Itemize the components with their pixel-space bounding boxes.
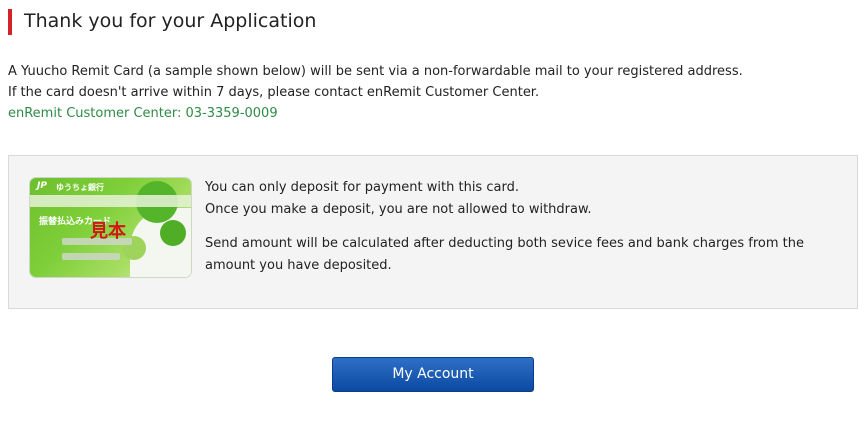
card-circle-decoration [160, 220, 186, 246]
intro-line-1: A Yuucho Remit Card (a sample shown belo… [8, 64, 743, 79]
card-blurred-name [62, 253, 120, 260]
customer-center-contact: enRemit Customer Center: 03-3359-0009 [8, 106, 278, 121]
card-info-box: JP ゆうちょ銀行 振替払込みカード 見本 You can only depos… [8, 155, 858, 309]
sample-mark: 見本 [90, 221, 126, 242]
note-line-1: You can only deposit for payment with th… [205, 180, 519, 195]
card-strip [30, 195, 191, 207]
note-line-3: Send amount will be calculated after ded… [205, 236, 804, 251]
note-line-4: amount you have deposited. [205, 258, 392, 273]
intro-text: A Yuucho Remit Card (a sample shown belo… [8, 61, 743, 124]
page-title: Thank you for your Application [8, 9, 316, 35]
jp-logo: JP [37, 181, 47, 191]
note-line-2: Once you make a deposit, you are not all… [205, 202, 592, 217]
remit-card-sample-image: JP ゆうちょ銀行 振替払込みカード 見本 [30, 178, 191, 277]
card-notes: You can only deposit for payment with th… [205, 177, 825, 277]
my-account-button[interactable]: My Account [332, 357, 534, 392]
card-bank-name: ゆうちょ銀行 [56, 183, 104, 192]
intro-line-2: If the card doesn't arrive within 7 days… [8, 85, 540, 100]
